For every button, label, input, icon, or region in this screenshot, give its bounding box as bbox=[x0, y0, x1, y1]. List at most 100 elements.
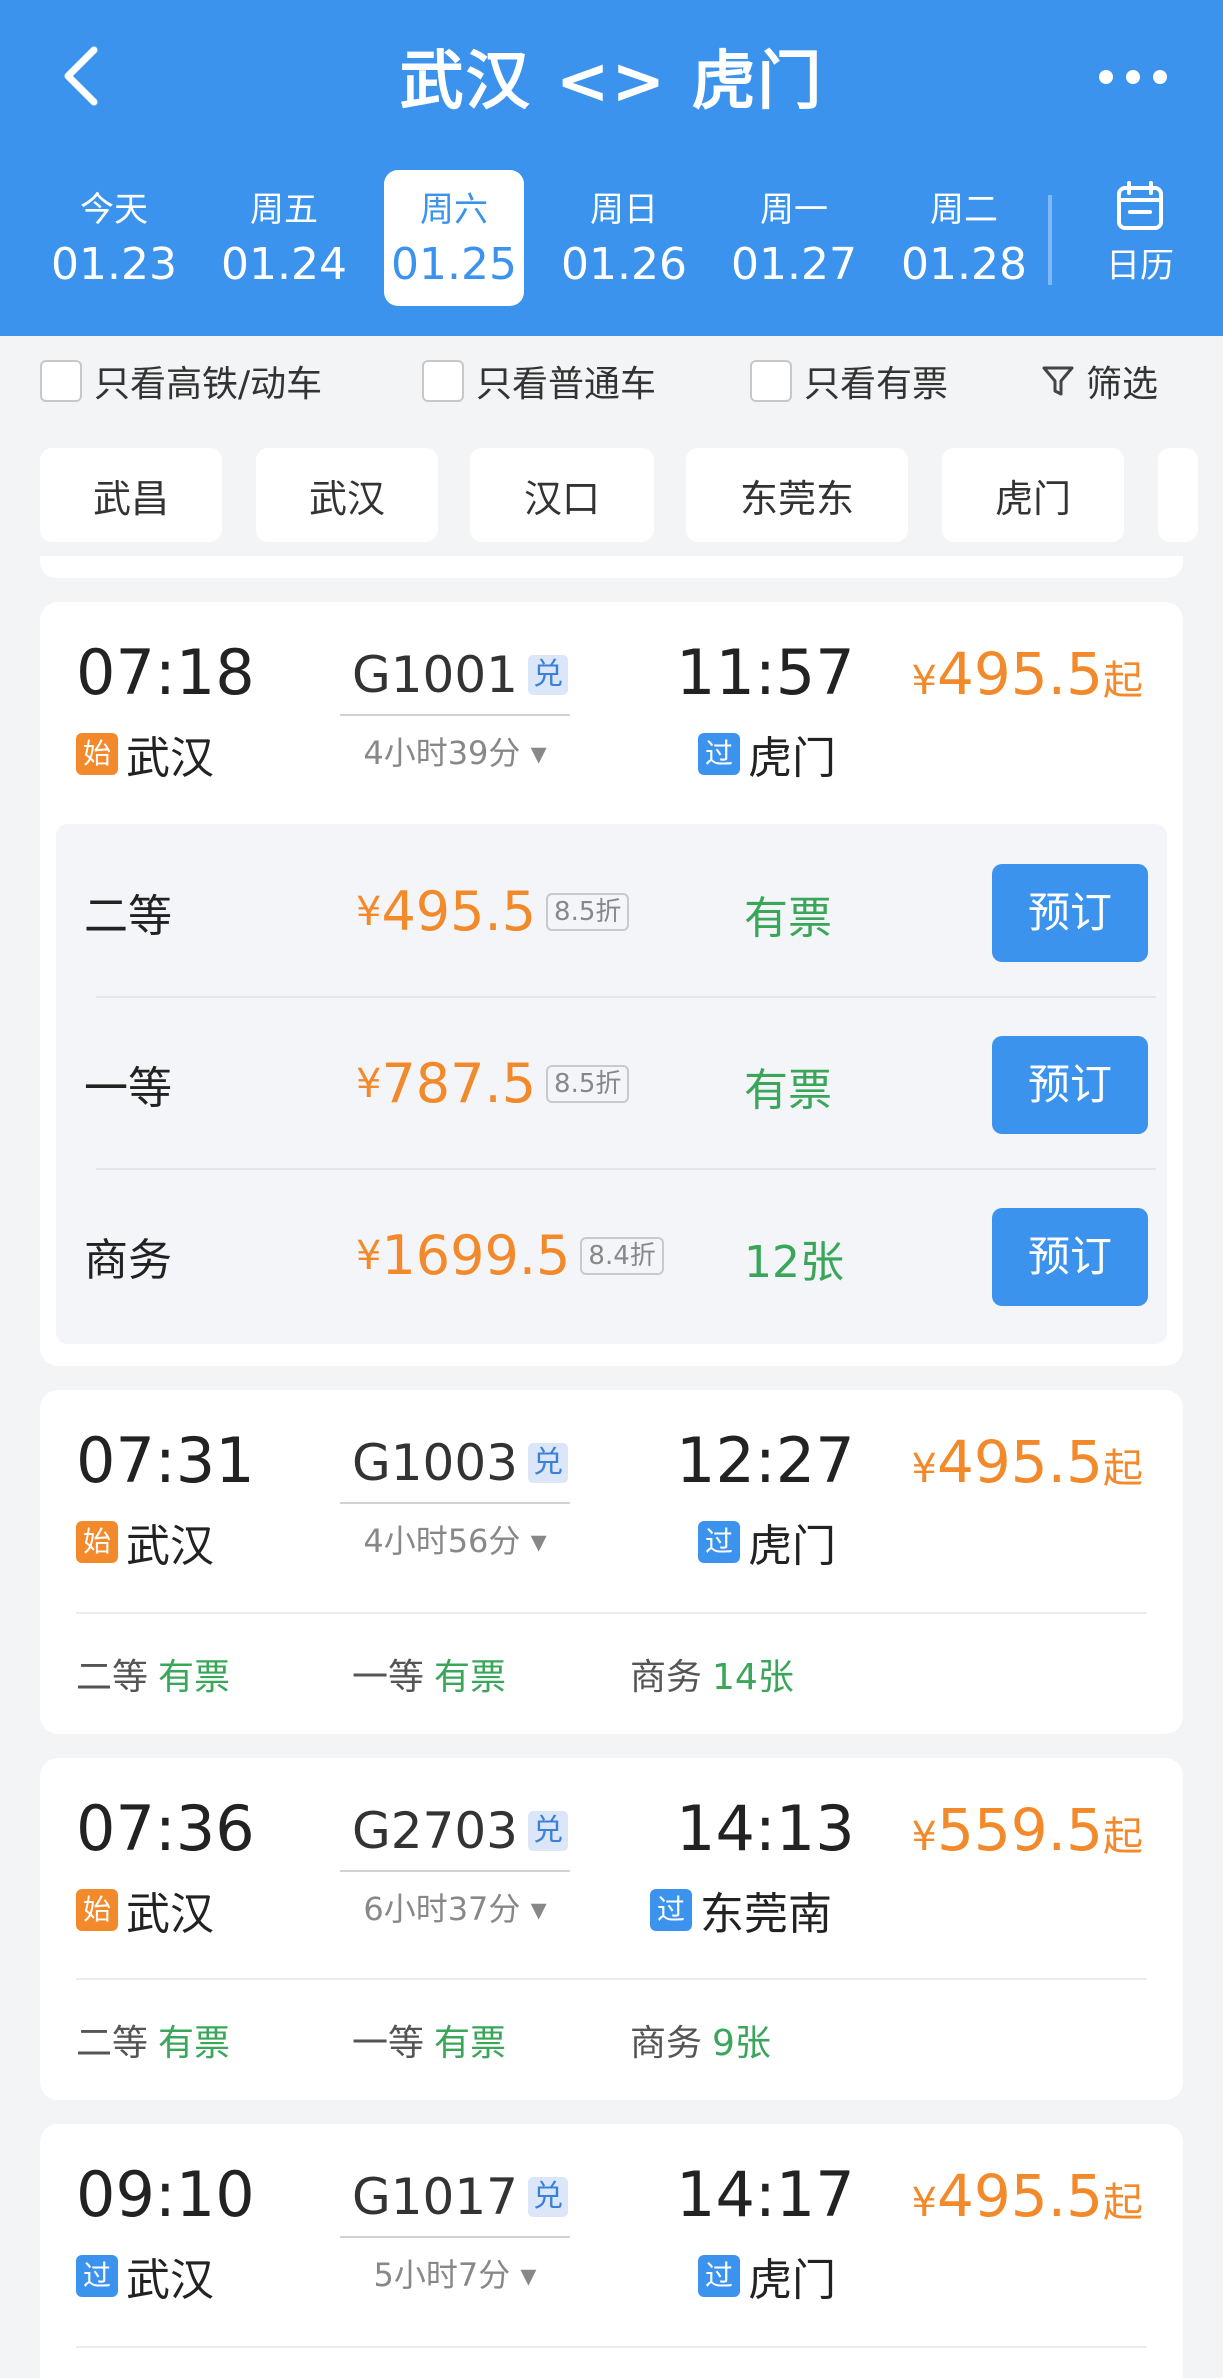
depart-time: 07:18 bbox=[76, 636, 255, 709]
more-dots-icon bbox=[1099, 70, 1113, 84]
divider bbox=[76, 2346, 1147, 2348]
train-number: G1017 兑 bbox=[352, 2168, 568, 2226]
date-tab-5[interactable]: 周二 01.28 bbox=[894, 170, 1034, 306]
calendar-button[interactable]: 日历 bbox=[1090, 180, 1190, 287]
to-station: 过 虎门 bbox=[698, 2244, 836, 2308]
high-speed-only-checkbox[interactable]: 只看高铁/动车 bbox=[40, 355, 322, 407]
from-station: 过 武汉 bbox=[76, 2244, 214, 2308]
seat-summary: 商务 14张 bbox=[630, 1657, 794, 1698]
previous-card-edge bbox=[40, 556, 1183, 578]
redeem-badge: 兑 bbox=[528, 655, 568, 695]
arrive-time: 12:27 bbox=[676, 1424, 855, 1497]
pass-tag: 过 bbox=[698, 2255, 740, 2297]
origin-tag: 始 bbox=[76, 1521, 118, 1563]
seat-availability: 有票 bbox=[744, 893, 832, 944]
duration-toggle[interactable]: 6小时37分 ▾ bbox=[340, 1884, 570, 1930]
discount-badge: 8.5折 bbox=[546, 892, 630, 931]
book-button[interactable]: 预订 bbox=[992, 1208, 1148, 1306]
from-station: 始 武汉 bbox=[76, 1878, 214, 1942]
book-button[interactable]: 预订 bbox=[992, 1036, 1148, 1134]
seat-availability: 有票 bbox=[744, 1065, 832, 1116]
checkbox-icon bbox=[422, 360, 464, 402]
station-chip[interactable]: 东莞东 bbox=[686, 448, 908, 542]
checkbox-icon bbox=[750, 360, 792, 402]
station-chip[interactable]: 武汉 bbox=[256, 448, 438, 542]
caret-down-icon: ▾ bbox=[530, 1890, 547, 1928]
filter-button[interactable]: 筛选 bbox=[1040, 355, 1158, 407]
seat-summary: 一等 有票 bbox=[352, 2023, 507, 2064]
seat-price: ¥1699.5 8.4折 bbox=[356, 1224, 664, 1287]
station-chip[interactable]: 虎门 bbox=[942, 448, 1124, 542]
date-tab-3[interactable]: 周日 01.26 bbox=[554, 170, 694, 306]
page-title: 武汉 <> 虎门 bbox=[399, 45, 824, 119]
station-chip[interactable]: 武昌 bbox=[40, 448, 222, 542]
duration-line bbox=[340, 1502, 570, 1504]
header-bar: 武汉 <> 虎门 今天 01.23 周五 01.24 周六 01.25 周日 0… bbox=[0, 0, 1223, 336]
caret-down-icon: ▾ bbox=[520, 2256, 537, 2294]
arrive-time: 14:13 bbox=[676, 1792, 855, 1865]
seat-summary: 一等 有票 bbox=[352, 1657, 507, 1698]
date-tab-4[interactable]: 周一 01.27 bbox=[724, 170, 864, 306]
to-station: 过 东莞南 bbox=[650, 1878, 832, 1942]
redeem-badge: 兑 bbox=[528, 1443, 568, 1483]
seat-price: ¥787.5 8.5折 bbox=[356, 1052, 630, 1115]
pass-tag: 过 bbox=[650, 1889, 692, 1931]
train-card[interactable]: 07:31 G1003 兑 4小时56分 ▾ 12:27 ¥495.5起 始 武… bbox=[40, 1390, 1183, 1734]
lowest-price: ¥495.5起 bbox=[911, 1428, 1144, 1496]
discount-badge: 8.4折 bbox=[580, 1236, 664, 1275]
arrive-time: 11:57 bbox=[676, 636, 855, 709]
station-chip-partial[interactable] bbox=[1158, 448, 1198, 542]
duration-line bbox=[340, 1870, 570, 1872]
filter-bar: 只看高铁/动车 只看普通车 只看有票 筛选 bbox=[0, 355, 1223, 415]
seat-summary: 二等 有票 bbox=[76, 2023, 231, 2064]
seat-row: 一等 ¥787.5 8.5折 有票 预订 bbox=[56, 996, 1167, 1168]
date-tab-0[interactable]: 今天 01.23 bbox=[44, 170, 184, 306]
regular-train-only-checkbox[interactable]: 只看普通车 bbox=[422, 355, 656, 407]
train-number: G1001 兑 bbox=[352, 646, 568, 704]
seat-class: 一等 bbox=[84, 1063, 172, 1114]
from-station: 始 武汉 bbox=[76, 722, 214, 786]
duration-toggle[interactable]: 4小时39分 ▾ bbox=[340, 728, 570, 774]
station-chips: 武昌 武汉 汉口 东莞东 虎门 bbox=[0, 448, 1223, 544]
available-only-checkbox[interactable]: 只看有票 bbox=[750, 355, 948, 407]
from-station: 始 武汉 bbox=[76, 1510, 214, 1574]
seat-summary: 商务 9张 bbox=[630, 2023, 771, 2064]
book-button[interactable]: 预订 bbox=[992, 864, 1148, 962]
train-card[interactable]: 07:36 G2703 兑 6小时37分 ▾ 14:13 ¥559.5起 始 武… bbox=[40, 1758, 1183, 2100]
origin-tag: 始 bbox=[76, 733, 118, 775]
calendar-icon bbox=[1117, 181, 1163, 230]
to-station: 过 虎门 bbox=[698, 1510, 836, 1574]
depart-time: 07:31 bbox=[76, 1424, 255, 1497]
lowest-price: ¥559.5起 bbox=[911, 1796, 1144, 1864]
to-station: 过 虎门 bbox=[698, 722, 836, 786]
date-tab-selected[interactable]: 周六 01.25 bbox=[384, 170, 524, 306]
seat-summary: 二等 有票 bbox=[76, 1657, 231, 1698]
discount-badge: 8.5折 bbox=[546, 1064, 630, 1103]
lowest-price: ¥495.5起 bbox=[911, 640, 1144, 708]
pass-tag: 过 bbox=[698, 733, 740, 775]
seat-row: 商务 ¥1699.5 8.4折 12张 预订 bbox=[56, 1168, 1167, 1340]
seat-options: 二等 ¥495.5 8.5折 有票 预订 一等 ¥787.5 8.5折 有票 预… bbox=[56, 824, 1167, 1344]
more-menu-button[interactable] bbox=[1093, 50, 1173, 100]
lowest-price: ¥495.5起 bbox=[911, 2162, 1144, 2230]
divider bbox=[76, 1612, 1147, 1614]
seat-availability: 12张 bbox=[744, 1237, 844, 1288]
duration-toggle[interactable]: 4小时56分 ▾ bbox=[340, 1516, 570, 1562]
duration-toggle[interactable]: 5小时7分 ▾ bbox=[340, 2250, 570, 2296]
arrive-time: 14:17 bbox=[676, 2158, 855, 2231]
caret-down-icon: ▾ bbox=[530, 734, 547, 772]
seat-class: 商务 bbox=[84, 1235, 172, 1286]
divider bbox=[76, 1978, 1147, 1980]
checkbox-icon bbox=[40, 360, 82, 402]
depart-time: 09:10 bbox=[76, 2158, 255, 2231]
train-card[interactable]: 07:18 G1001 兑 4小时39分 ▾ 11:57 ¥495.5起 始 武… bbox=[40, 602, 1183, 1366]
seat-row: 二等 ¥495.5 8.5折 有票 预订 bbox=[56, 824, 1167, 996]
train-card[interactable]: 09:10 G1017 兑 5小时7分 ▾ 14:17 ¥495.5起 过 武汉… bbox=[40, 2124, 1183, 2378]
origin-tag: 始 bbox=[76, 1889, 118, 1931]
depart-time: 07:36 bbox=[76, 1792, 255, 1865]
pass-tag: 过 bbox=[76, 2255, 118, 2297]
funnel-icon bbox=[1042, 366, 1074, 396]
date-tab-1[interactable]: 周五 01.24 bbox=[214, 170, 354, 306]
station-chip[interactable]: 汉口 bbox=[470, 448, 654, 542]
train-number: G2703 兑 bbox=[352, 1802, 568, 1860]
